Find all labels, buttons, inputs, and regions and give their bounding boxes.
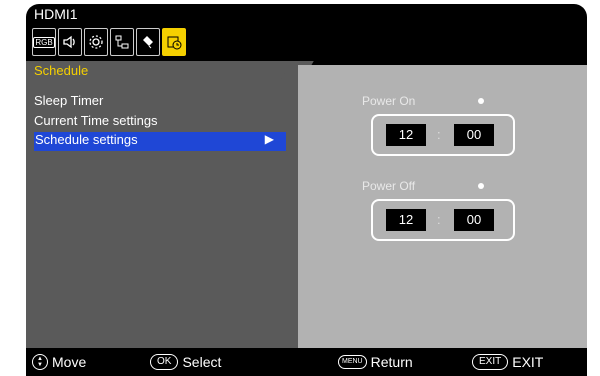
power-off-indicator-icon bbox=[478, 183, 484, 189]
audio-speaker-icon[interactable] bbox=[58, 28, 82, 56]
osd-menu-window: HDMI1 RGB Schedule Sleep Timer Current T… bbox=[26, 4, 587, 376]
usb-icon[interactable] bbox=[136, 28, 160, 56]
power-on-label: Power On bbox=[362, 94, 416, 108]
schedule-detail-panel: Power On 12 : 00 Power Off 12 : 00 bbox=[298, 65, 587, 348]
power-off-hour[interactable]: 12 bbox=[386, 209, 426, 231]
power-on-time-box[interactable]: 12 : 00 bbox=[371, 114, 515, 156]
move-label: Move bbox=[52, 354, 87, 370]
power-off-label: Power Off bbox=[362, 179, 416, 193]
menu-item-schedule-settings[interactable]: Schedule settings ▶ bbox=[34, 132, 286, 151]
menu-item-current-time-settings[interactable]: Current Time settings bbox=[34, 113, 158, 128]
menu-item-label: Schedule settings bbox=[35, 132, 138, 147]
submenu-arrow-icon: ▶ bbox=[264, 132, 274, 146]
power-on-hour[interactable]: 12 bbox=[386, 124, 426, 146]
exit-label: EXIT bbox=[512, 354, 544, 370]
power-off-separator: : bbox=[437, 212, 441, 227]
updown-dpad-icon: ▲ ▼ bbox=[32, 354, 48, 370]
schedule-icon[interactable] bbox=[162, 28, 186, 56]
power-off-minute[interactable]: 00 bbox=[454, 209, 494, 231]
menu-key-icon: MENU bbox=[338, 355, 367, 369]
tab-schedule: Schedule bbox=[26, 61, 295, 81]
menu-item-sleep-timer[interactable]: Sleep Timer bbox=[34, 93, 103, 108]
picture-rgb-icon[interactable]: RGB bbox=[32, 28, 56, 56]
settings-gear-icon[interactable] bbox=[84, 28, 108, 56]
footer-move: ▲ ▼ Move bbox=[32, 354, 86, 370]
footer-return: MENU Return bbox=[338, 354, 413, 370]
rgb-badge: RGB bbox=[33, 36, 55, 48]
power-on-separator: : bbox=[437, 127, 441, 142]
key-guide-footer: ▲ ▼ Move OK Select MENU Return EXIT EXIT bbox=[26, 348, 587, 376]
category-icon-bar: RGB bbox=[32, 28, 186, 60]
return-label: Return bbox=[370, 354, 413, 370]
footer-select: OK Select bbox=[150, 354, 221, 370]
footer-exit: EXIT EXIT bbox=[472, 354, 543, 370]
power-off-time-box[interactable]: 12 : 00 bbox=[371, 199, 515, 241]
exit-key-icon: EXIT bbox=[472, 354, 509, 370]
network-icon[interactable] bbox=[110, 28, 134, 56]
select-label: Select bbox=[182, 354, 222, 370]
menu-list-panel: Sleep Timer Current Time settings Schedu… bbox=[26, 81, 298, 348]
ok-key-icon: OK bbox=[150, 354, 179, 370]
input-source-title: HDMI1 bbox=[34, 6, 78, 22]
power-on-minute[interactable]: 00 bbox=[454, 124, 494, 146]
power-on-indicator-icon bbox=[478, 98, 484, 104]
